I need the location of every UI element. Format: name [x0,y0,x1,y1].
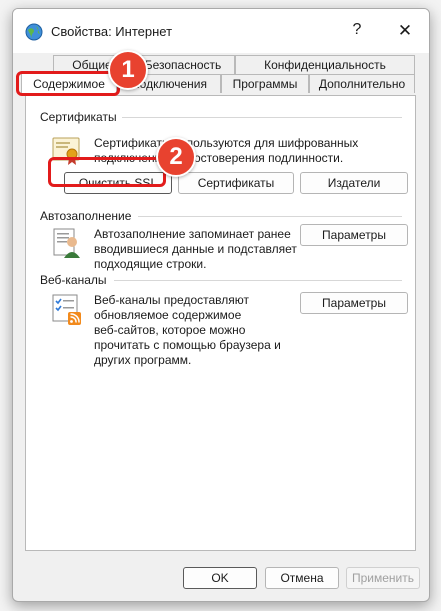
tab-privacy[interactable]: Конфиденциальность [235,55,415,74]
feeds-desc-line4: прочитать с помощью браузера и [94,338,281,352]
autocomplete-settings-button[interactable]: Параметры [300,224,408,246]
feeds-desc-line5: других программ. [94,353,192,367]
cancel-button[interactable]: Отмена [265,567,339,589]
autocomplete-icon [53,228,80,258]
group-divider [122,117,402,118]
autocomplete-desc-line3: подходящие строки. [94,257,207,271]
feeds-icon [52,294,81,325]
internet-properties-window: Свойства: Интернет ? ✕ Общие Безопасност… [12,8,430,602]
tab-advanced[interactable]: Дополнительно [309,74,415,93]
autocomplete-desc-line2: вводившиеся данные и подставляет [94,242,297,256]
feeds-desc-line2: обновляемое содержимое [94,308,242,322]
feeds-group-label: Веб-каналы [40,273,107,287]
title-bar: Свойства: Интернет ? ✕ [13,9,429,53]
close-button[interactable]: ✕ [395,21,415,41]
certificates-group-label: Сертификаты [40,110,117,124]
feeds-desc-line1: Веб-каналы предоставляют [94,293,249,307]
ok-button[interactable]: OK [183,567,257,589]
feeds-desc-line3: веб-сайтов, которое можно [94,323,246,337]
publishers-button[interactable]: Издатели [300,172,408,194]
certificates-button[interactable]: Сертификаты [178,172,294,194]
window-title: Свойства: Интернет [51,24,173,39]
step-badge-2: 2 [156,137,196,177]
step-badge-1: 1 [108,50,148,90]
content-tab-highlight [16,71,120,96]
autocomplete-group-label: Автозаполнение [40,209,132,223]
feeds-settings-button[interactable]: Параметры [300,292,408,314]
autocomplete-desc-line1: Автозаполнение запоминает ранее [94,227,291,241]
tab-programs[interactable]: Программы [221,74,309,93]
group-divider [138,216,402,217]
clear-ssl-highlight [48,157,166,187]
apply-button[interactable]: Применить [346,567,420,589]
group-divider [114,280,402,281]
help-button[interactable]: ? [348,21,366,39]
certificates-desc-line1: Сертификаты используются для шифрованных [94,136,359,150]
internet-globe-icon [25,23,43,41]
